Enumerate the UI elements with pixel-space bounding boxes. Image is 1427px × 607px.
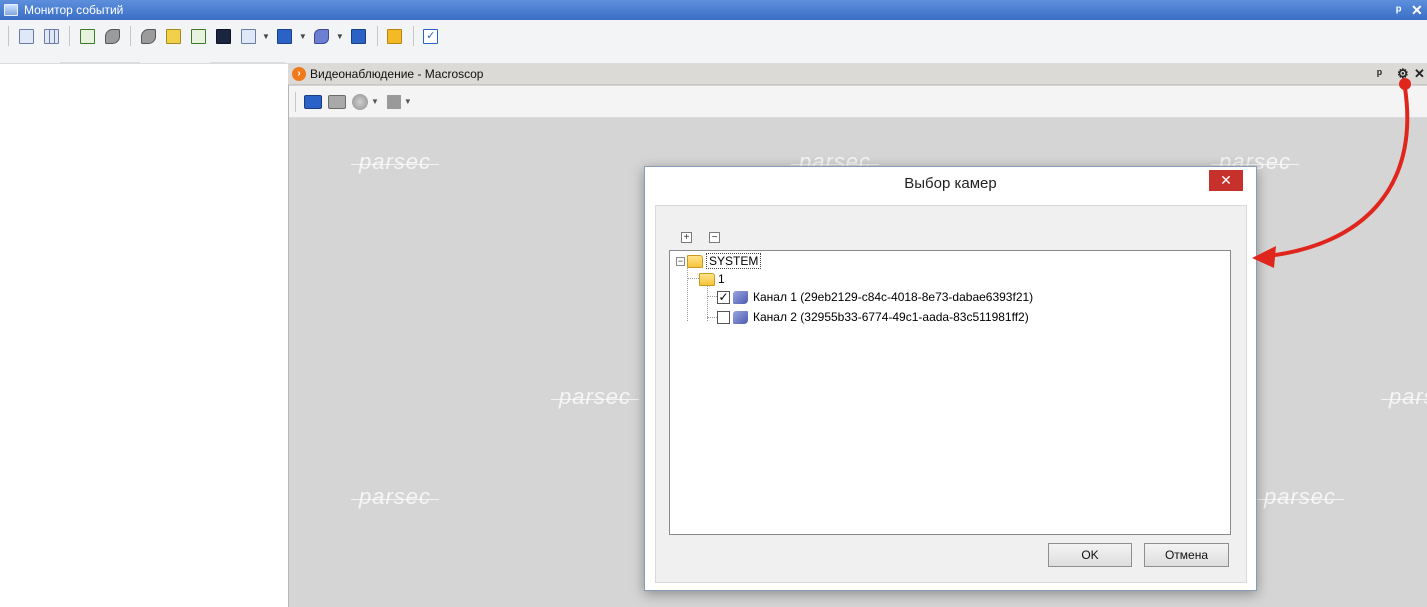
layout-button[interactable] <box>386 94 401 109</box>
window-close-button[interactable]: ✕ <box>1411 2 1423 18</box>
dialog-title: Выбор камер <box>904 175 997 192</box>
window-title: Монитор событий <box>24 3 124 17</box>
eye-button[interactable] <box>101 25 123 47</box>
tree-node-system[interactable]: − SYSTEM <box>676 252 762 270</box>
main-toolbar: ▼ ▼ ▼ ✓ <box>0 20 1427 64</box>
music-icon <box>387 28 403 44</box>
report-button[interactable] <box>274 25 296 47</box>
tree-line <box>687 265 688 321</box>
pin-icon[interactable]: ᵖ <box>1396 2 1401 18</box>
edit-icon <box>190 28 206 44</box>
left-panel <box>0 64 288 607</box>
users-button[interactable] <box>348 25 370 47</box>
filter-icon <box>140 28 156 44</box>
tree-node-label: 1 <box>718 272 725 286</box>
toolbar-separator <box>130 26 131 46</box>
tree-node-channel[interactable]: ✓ Канал 1 (29eb2129-c84c-4018-8e73-dabae… <box>717 288 1033 306</box>
macroscop-icon: › <box>292 67 306 81</box>
eye-icon <box>104 28 120 44</box>
monitor-icon <box>4 4 18 16</box>
watermark: parsec <box>350 149 440 174</box>
report-icon <box>277 28 293 44</box>
camera-icon <box>733 290 748 304</box>
camera-select-dialog: Выбор камер ✕ + − − SYSTEM 1 ✓ Канал 1 ( <box>644 166 1257 591</box>
dialog-body: + − − SYSTEM 1 ✓ Канал 1 (29eb2129-c84c-… <box>655 205 1247 583</box>
camera-tree: − SYSTEM 1 ✓ Канал 1 (29eb2129-c84c-4018… <box>669 250 1231 535</box>
collapse-all-button[interactable]: − <box>709 232 720 243</box>
stop-button[interactable] <box>328 94 346 109</box>
chevron-down-icon[interactable]: ▼ <box>262 32 270 41</box>
toolbar-separator <box>8 26 9 46</box>
map-view-button[interactable] <box>76 25 98 47</box>
window-titlebar: Монитор событий <box>0 0 1427 20</box>
record-button[interactable] <box>352 93 368 110</box>
tree-line <box>707 317 717 318</box>
channel-checkbox[interactable] <box>717 310 730 324</box>
chevron-down-icon[interactable]: ▼ <box>299 32 307 41</box>
tree-node-label: SYSTEM <box>706 253 762 269</box>
channel-label: Канал 2 (32955b33-6774-49c1-aada-83c5119… <box>753 310 1029 324</box>
watermark: parsec <box>550 384 640 409</box>
grid-view-button[interactable] <box>40 25 62 47</box>
map-icon <box>79 28 95 44</box>
console-button[interactable] <box>212 25 234 47</box>
grid-icon <box>43 28 59 44</box>
collapse-toggle[interactable]: − <box>676 256 685 266</box>
channel-checkbox[interactable]: ✓ <box>717 290 730 304</box>
watermark: parsec <box>1255 484 1345 509</box>
arrow-head <box>1252 246 1276 268</box>
checkbox-icon: ✓ <box>423 28 439 44</box>
edit-button[interactable] <box>187 25 209 47</box>
console-icon <box>215 28 231 44</box>
warning-icon <box>165 28 181 44</box>
watermark: parsec <box>1380 384 1427 410</box>
users-icon <box>351 28 367 44</box>
toolbar-separator <box>376 26 378 46</box>
folder-icon <box>699 272 715 286</box>
camera-button[interactable] <box>311 25 333 47</box>
tree-line <box>707 296 717 297</box>
camera-icon <box>733 310 748 324</box>
sound-button[interactable] <box>384 25 406 47</box>
filter-button[interactable] <box>137 25 159 47</box>
warning-button[interactable] <box>162 25 184 47</box>
tree-node-channel[interactable]: Канал 2 (32955b33-6774-49c1-aada-83c5119… <box>717 308 1029 326</box>
arrow-curve <box>1267 87 1410 258</box>
toolbar-separator <box>295 91 296 112</box>
tree-line <box>687 278 699 279</box>
watermark: parsec <box>350 484 440 509</box>
expand-all-button[interactable]: + <box>681 232 692 243</box>
ok-button[interactable]: OK <box>1048 543 1132 567</box>
cancel-button[interactable]: Отмена <box>1144 543 1229 567</box>
video-panel-title: Видеонаблюдение - Macroscop <box>310 67 484 81</box>
toolbar-separator <box>412 26 414 46</box>
tree-view-button[interactable] <box>15 25 37 47</box>
toolbar-separator <box>69 26 70 46</box>
folder-icon <box>687 254 703 268</box>
play-button[interactable] <box>304 94 322 109</box>
screen-icon <box>240 28 256 44</box>
channel-label: Канал 1 (29eb2129-c84c-4018-8e73-dabae63… <box>753 290 1034 304</box>
chevron-down-icon[interactable]: ▼ <box>371 97 379 106</box>
confirm-button[interactable]: ✓ <box>420 25 442 47</box>
annotation-arrow <box>1252 78 1411 268</box>
tree-node-folder[interactable]: 1 <box>699 270 725 288</box>
tree-line <box>707 285 708 321</box>
chevron-down-icon[interactable]: ▼ <box>404 97 412 106</box>
dialog-close-button[interactable]: ✕ <box>1209 170 1243 191</box>
chevron-down-icon[interactable]: ▼ <box>336 32 344 41</box>
camera-icon <box>314 28 330 44</box>
tree-view-icon <box>18 28 34 44</box>
screen-button[interactable] <box>237 25 259 47</box>
